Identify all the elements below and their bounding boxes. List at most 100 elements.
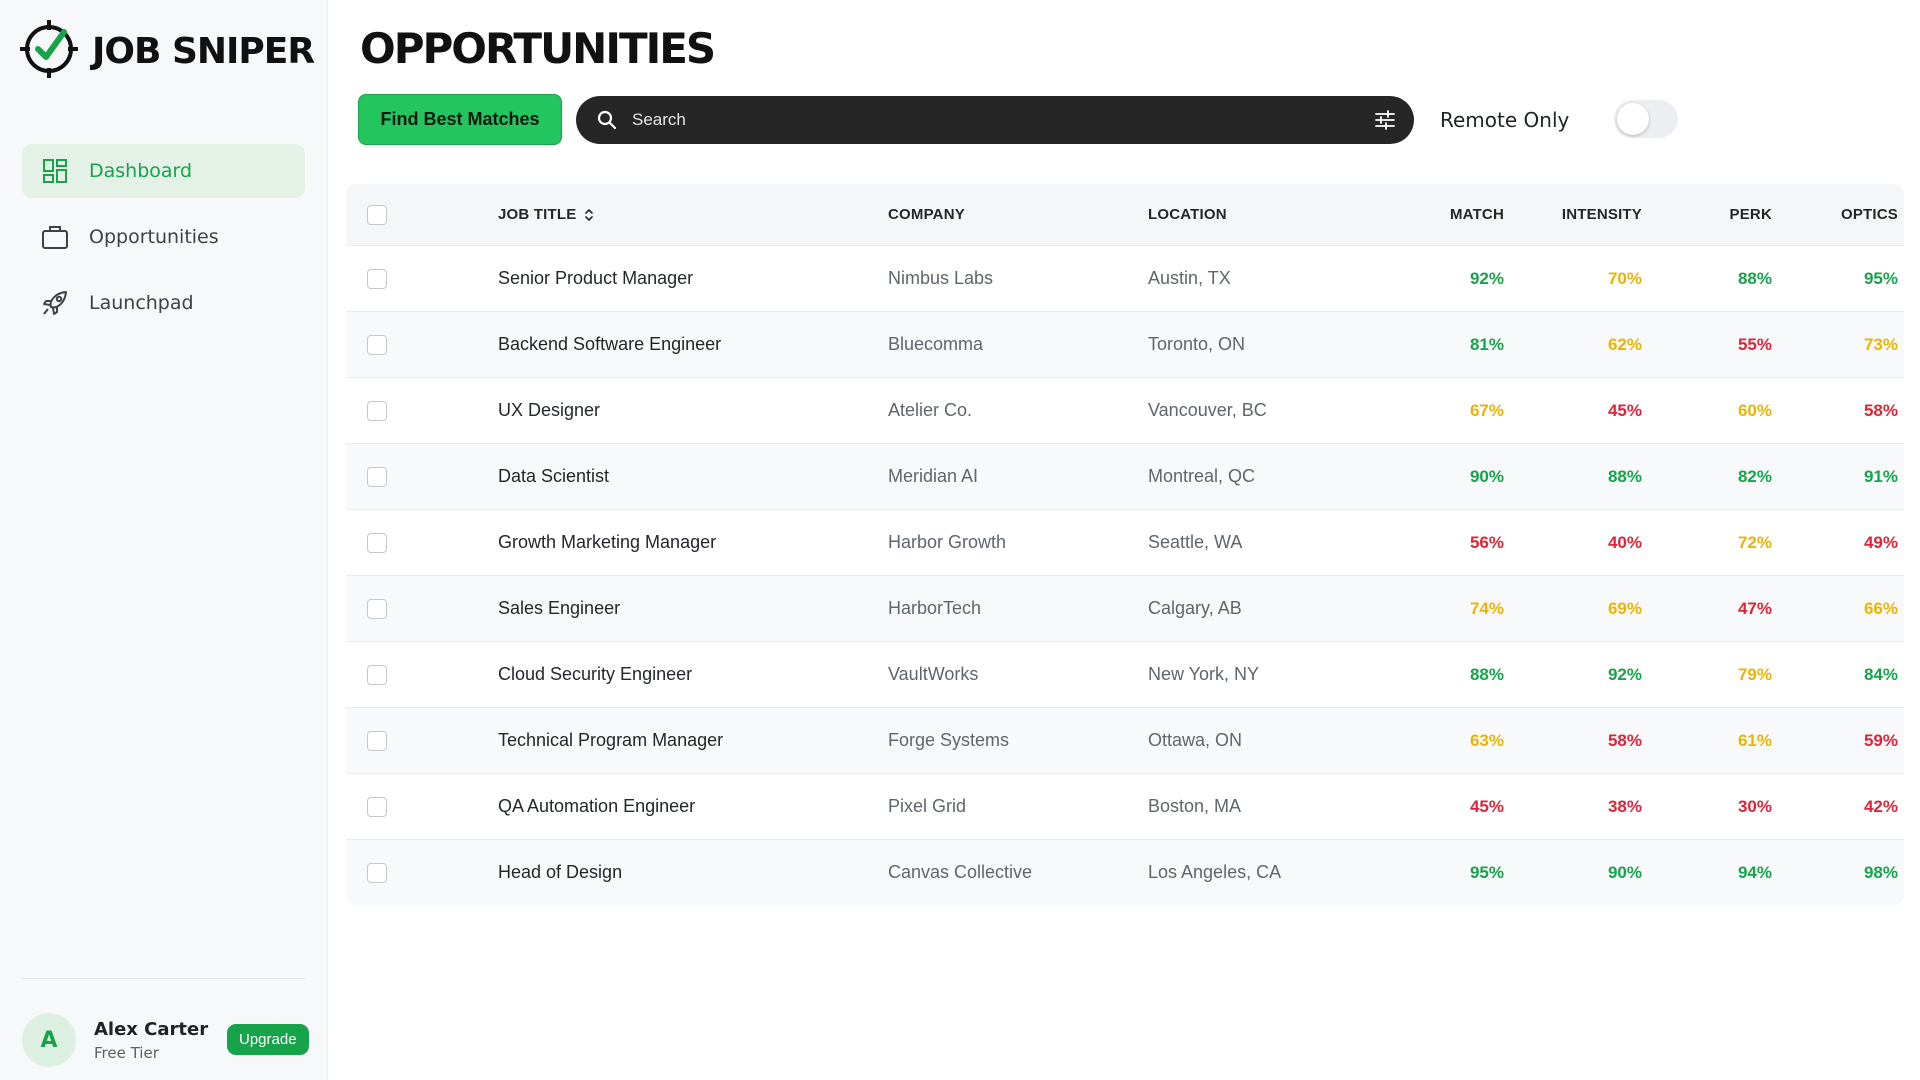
row-select-cell: [367, 444, 387, 509]
rocket-icon: [40, 288, 70, 318]
row-checkbox[interactable]: [367, 598, 387, 619]
match-score-cell: 45%: [1469, 796, 1504, 816]
location-cell: Ottawa, ON: [1148, 730, 1243, 750]
job-title-cell: Backend Software Engineer: [498, 334, 722, 354]
table-row[interactable]: Data Scientist Meridian AI Montreal, QC 90%…: [346, 443, 1904, 509]
sidebar-item-launchpad[interactable]: Launchpad: [22, 276, 305, 330]
row-select-cell: [367, 378, 387, 443]
header-company[interactable]: COMPANY: [888, 184, 1138, 245]
match-score-cell: 67%: [1469, 400, 1504, 420]
intensity-score-cell: 92%: [1607, 664, 1642, 684]
match-score-cell: 88%: [1469, 664, 1504, 684]
job-title-cell: Technical Program Manager: [498, 730, 724, 750]
company-cell: Pixel Grid: [888, 796, 967, 816]
location-cell: Calgary, AB: [1148, 598, 1242, 618]
search-input[interactable]: [632, 96, 1332, 144]
header-job-title[interactable]: JOB TITLE: [498, 184, 878, 245]
table-row[interactable]: Backend Software Engineer Bluecomma Toront…: [346, 311, 1904, 377]
perk-score-cell: 60%: [1737, 400, 1772, 420]
table-body: Senior Product Manager Nimbus Labs Austin,…: [346, 245, 1904, 905]
row-checkbox[interactable]: [367, 400, 387, 421]
row-checkbox[interactable]: [367, 730, 387, 751]
avatar: A: [22, 1013, 76, 1067]
sidebar: JOB SNIPER Dashboard Opportunities Launc…: [0, 0, 328, 1080]
company-cell: Forge Systems: [888, 730, 1010, 750]
job-title-cell: Growth Marketing Manager: [498, 532, 717, 552]
filter-sliders-icon[interactable]: [1374, 109, 1396, 136]
job-title-cell: Head of Design: [498, 862, 623, 882]
perk-score-cell: 79%: [1737, 664, 1772, 684]
remote-only-toggle[interactable]: [1614, 100, 1678, 138]
perk-score-cell: 55%: [1737, 334, 1772, 354]
brand-logo[interactable]: JOB SNIPER: [20, 20, 315, 83]
company-cell: Nimbus Labs: [888, 268, 994, 288]
table-row[interactable]: QA Automation Engineer Pixel Grid Boston, …: [346, 773, 1904, 839]
header-match[interactable]: MATCH: [1384, 184, 1504, 245]
divider: [22, 978, 305, 979]
intensity-score-cell: 58%: [1607, 730, 1642, 750]
location-cell: Montreal, QC: [1148, 466, 1256, 486]
find-best-matches-button[interactable]: Find Best Matches: [358, 94, 562, 145]
optics-score-cell: 95%: [1863, 268, 1898, 288]
user-tier: Free Tier: [94, 1043, 159, 1062]
user-info: Alex Carter Free Tier: [94, 1019, 208, 1062]
perk-score-cell: 94%: [1737, 862, 1772, 882]
search-bar[interactable]: [576, 96, 1414, 144]
search-icon: [596, 109, 618, 136]
user-name: Alex Carter: [94, 1018, 209, 1040]
company-cell: Atelier Co.: [888, 400, 973, 420]
row-checkbox[interactable]: [367, 466, 387, 487]
header-perk[interactable]: PERK: [1652, 184, 1772, 245]
perk-score-cell: 47%: [1737, 598, 1772, 618]
sidebar-item-dashboard[interactable]: Dashboard: [22, 144, 305, 198]
job-title-cell: Sales Engineer: [498, 598, 621, 618]
table-row[interactable]: Head of Design Canvas Collective Los Angel…: [346, 839, 1904, 905]
upgrade-button[interactable]: Upgrade: [227, 1024, 309, 1055]
job-title-cell: UX Designer: [498, 400, 601, 420]
match-score-cell: 95%: [1469, 862, 1504, 882]
intensity-score-cell: 45%: [1607, 400, 1642, 420]
sort-icon[interactable]: [584, 207, 594, 223]
row-checkbox[interactable]: [367, 664, 387, 685]
row-checkbox[interactable]: [367, 862, 387, 883]
location-cell: Los Angeles, CA: [1148, 862, 1282, 882]
dashboard-icon: [40, 156, 70, 186]
table-row[interactable]: UX Designer Atelier Co. Vancouver, BC 67% 45…: [346, 377, 1904, 443]
row-checkbox[interactable]: [367, 532, 387, 553]
company-cell: Bluecomma: [888, 334, 984, 354]
remote-only-label: Remote Only: [1440, 108, 1570, 132]
header-optics[interactable]: OPTICS: [1778, 184, 1898, 245]
match-score-cell: 56%: [1469, 532, 1504, 552]
user-profile[interactable]: A Alex Carter Free Tier Upgrade: [22, 1012, 322, 1068]
table-row[interactable]: Growth Marketing Manager Harbor Growth Sea…: [346, 509, 1904, 575]
perk-score-cell: 30%: [1737, 796, 1772, 816]
table-row[interactable]: Technical Program Manager Forge Systems Ot…: [346, 707, 1904, 773]
header-location[interactable]: LOCATION: [1148, 184, 1398, 245]
job-title-cell: Senior Product Manager: [498, 268, 694, 288]
row-checkbox[interactable]: [367, 268, 387, 289]
perk-score-cell: 82%: [1737, 466, 1772, 486]
job-title-cell: Cloud Security Engineer: [498, 664, 693, 684]
table-row[interactable]: Senior Product Manager Nimbus Labs Austin,…: [346, 245, 1904, 311]
row-checkbox[interactable]: [367, 334, 387, 355]
match-score-cell: 90%: [1469, 466, 1504, 486]
sidebar-item-label: Opportunities: [89, 226, 219, 248]
company-cell: Meridian AI: [888, 466, 979, 486]
select-all-checkbox[interactable]: [367, 204, 387, 225]
optics-score-cell: 66%: [1863, 598, 1898, 618]
header-intensity[interactable]: INTENSITY: [1522, 184, 1642, 245]
perk-score-cell: 88%: [1737, 268, 1772, 288]
table-header: JOB TITLE COMPANY LOCATION MATCH INTENSI…: [346, 184, 1904, 245]
table-row[interactable]: Cloud Security Engineer VaultWorks New Yor…: [346, 641, 1904, 707]
intensity-score-cell: 88%: [1607, 466, 1642, 486]
match-score-cell: 81%: [1469, 334, 1504, 354]
row-checkbox[interactable]: [367, 796, 387, 817]
intensity-score-cell: 40%: [1607, 532, 1642, 552]
toolbar: Find Best Matches Remote On: [358, 94, 1758, 146]
location-cell: Austin, TX: [1148, 268, 1231, 288]
intensity-score-cell: 69%: [1607, 598, 1642, 618]
table-row[interactable]: Sales Engineer HarborTech Calgary, AB 74% 69…: [346, 575, 1904, 641]
opportunities-table: JOB TITLE COMPANY LOCATION MATCH INTENSI…: [346, 184, 1904, 905]
sidebar-item-opportunities[interactable]: Opportunities: [22, 210, 305, 264]
location-cell: Vancouver, BC: [1148, 400, 1267, 420]
